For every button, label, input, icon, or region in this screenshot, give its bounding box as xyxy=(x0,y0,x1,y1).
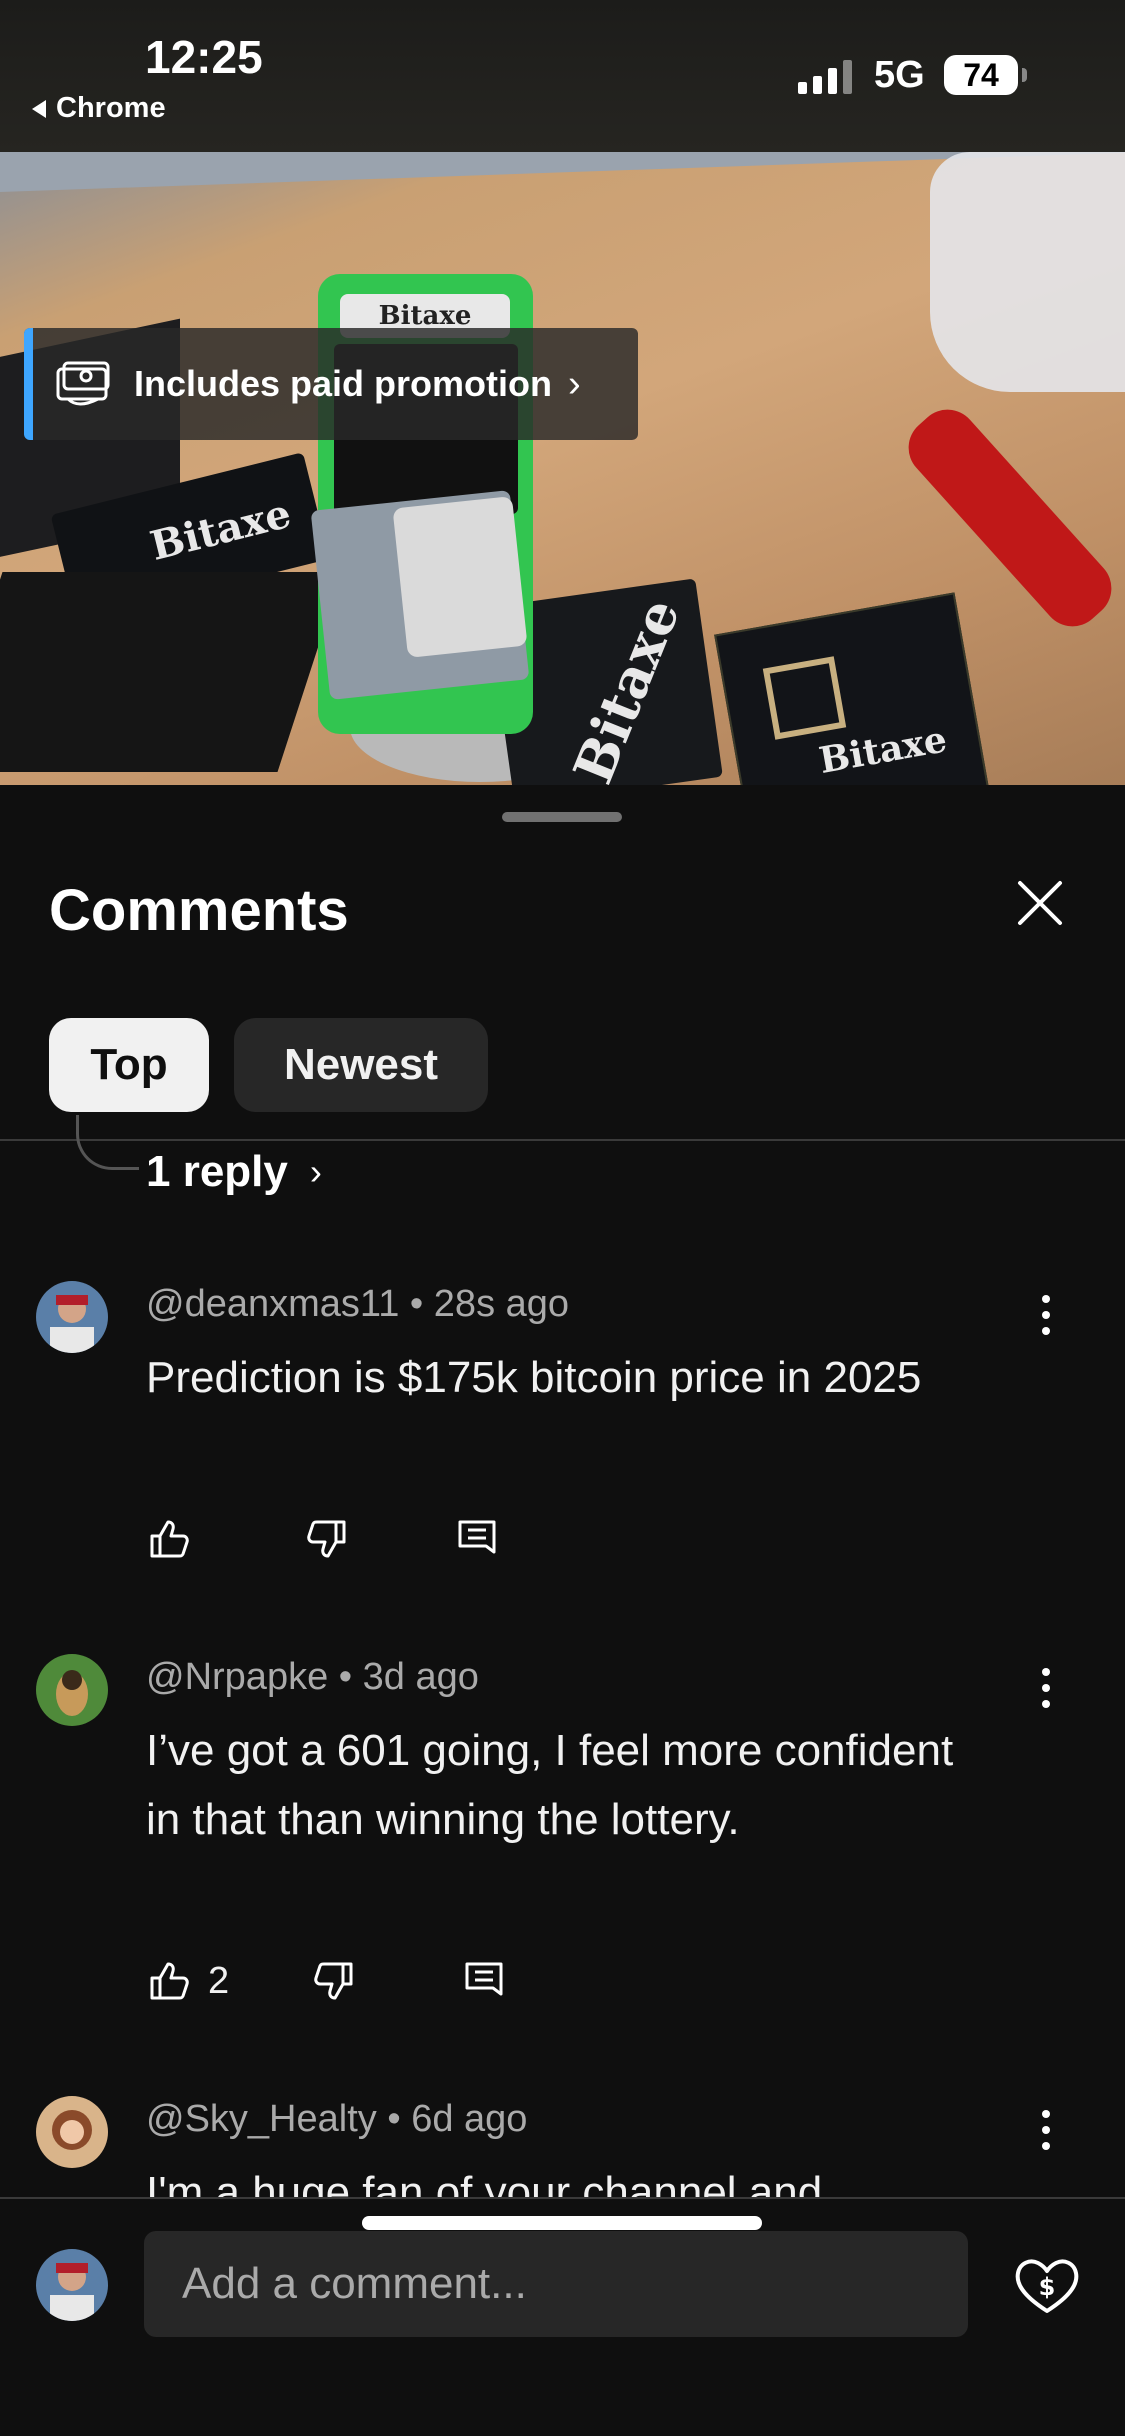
comment-meta: @Sky_Healty • 6d ago xyxy=(146,2098,527,2141)
comment-text: I'm a huge fan of your channel and xyxy=(146,2168,823,2197)
battery-nub xyxy=(1022,68,1027,82)
comment-author[interactable]: @Sky_Healty xyxy=(146,2098,377,2140)
avatar[interactable] xyxy=(36,1654,108,1726)
comment-item: @Sky_Healty • 6d ago I'm a huge fan of y… xyxy=(0,2096,1125,2197)
thumbs-up-icon xyxy=(150,1520,189,1558)
chevron-right-icon: › xyxy=(309,1151,322,1192)
tab-newest[interactable]: Newest xyxy=(234,1018,488,1112)
comment-text: I’ve got a 601 going, I feel more confid… xyxy=(146,1726,954,1844)
battery-icon: 74 xyxy=(944,55,1018,95)
video-scene-cloth xyxy=(930,152,1125,392)
thumbs-down-icon xyxy=(307,1520,346,1558)
my-avatar xyxy=(36,2249,108,2321)
dislike-button[interactable] xyxy=(304,1516,350,1562)
status-time: 12:25 xyxy=(145,31,263,83)
like-count: 2 xyxy=(208,1959,230,2002)
avatar[interactable] xyxy=(36,1281,108,1353)
avatar[interactable] xyxy=(36,2096,108,2168)
meta-separator: • xyxy=(338,1656,353,1698)
thumbs-down-icon xyxy=(314,1962,353,2000)
pcb-chip xyxy=(762,656,847,740)
comment-age: 28s ago xyxy=(433,1283,570,1325)
paid-promotion-label: Includes paid promotion xyxy=(134,363,553,404)
comment-text: Prediction is $175k bitcoin price in 202… xyxy=(146,1353,922,1402)
super-thanks-icon[interactable]: $ xyxy=(1012,2251,1082,2321)
video-player[interactable]: Bitaxe Bitaxe Bitaxe Bitaxe Includes pai… xyxy=(0,152,1125,785)
like-button[interactable] xyxy=(146,1516,192,1562)
cellular-signal-icon xyxy=(798,58,852,94)
back-app-label: Chrome xyxy=(56,92,166,124)
reply-button[interactable] xyxy=(461,1958,507,2004)
dislike-button[interactable] xyxy=(311,1958,357,2004)
reply-count-label: 1 reply xyxy=(146,1147,288,1196)
back-arrow-icon xyxy=(32,99,46,118)
reply-thread-line xyxy=(76,1115,139,1170)
meta-separator: • xyxy=(387,2098,401,2140)
back-to-app-button[interactable]: Chrome xyxy=(32,92,166,125)
header-divider xyxy=(0,1139,1125,1141)
like-button[interactable]: 2 xyxy=(146,1958,229,2004)
paid-promotion-icon xyxy=(56,361,110,406)
more-options-icon[interactable] xyxy=(1040,1668,1052,1708)
close-icon[interactable] xyxy=(1010,873,1070,933)
reply-button[interactable] xyxy=(454,1516,500,1562)
view-replies-link[interactable]: 1 reply › xyxy=(146,1147,322,1197)
meta-separator: • xyxy=(409,1283,424,1325)
comment-meta: @deanxmas11 • 28s ago xyxy=(146,1283,569,1326)
add-comment-input[interactable]: Add a comment... xyxy=(144,2231,968,2337)
reply-comment-icon xyxy=(465,1962,503,1996)
tab-top[interactable]: Top xyxy=(49,1018,209,1112)
more-options-icon[interactable] xyxy=(1040,2110,1052,2150)
battery-level: 74 xyxy=(963,56,999,93)
comment-meta: @Nrpapke • 3d ago xyxy=(146,1656,479,1699)
comments-sheet: Comments Top Newest 1 reply › @deanxmas1… xyxy=(0,785,1125,2436)
comment-actions xyxy=(146,1516,500,1562)
card-brand-text: Bitaxe xyxy=(145,489,296,570)
chevron-right-icon: › xyxy=(568,362,581,405)
comment-author[interactable]: @deanxmas11 xyxy=(146,1283,399,1325)
network-type: 5G xyxy=(874,54,925,96)
comments-title: Comments xyxy=(49,878,349,943)
svg-text:$: $ xyxy=(1039,2273,1056,2301)
sheet-drag-handle[interactable] xyxy=(502,812,622,822)
thumbs-up-icon xyxy=(150,1962,189,2000)
card2-brand-text: Bitaxe xyxy=(560,589,693,785)
comment-age: 6d ago xyxy=(411,2098,528,2140)
video-scene-pcb: Bitaxe xyxy=(714,592,990,785)
home-indicator[interactable] xyxy=(362,2216,762,2230)
video-scene-fan xyxy=(392,496,528,658)
comment-age: 3d ago xyxy=(362,1656,479,1698)
video-scene-box-front xyxy=(0,572,343,772)
paid-promotion-banner[interactable]: Includes paid promotion › xyxy=(24,328,638,440)
comment-composer: Add a comment... $ xyxy=(0,2199,1125,2436)
more-options-icon[interactable] xyxy=(1040,1295,1052,1335)
status-bar: 12:25 Chrome 5G 74 xyxy=(0,0,1125,152)
reply-comment-icon xyxy=(458,1520,496,1554)
promo-accent-bar xyxy=(24,328,33,440)
comment-actions: 2 xyxy=(146,1958,507,2004)
comment-author[interactable]: @Nrpapke xyxy=(146,1656,328,1698)
